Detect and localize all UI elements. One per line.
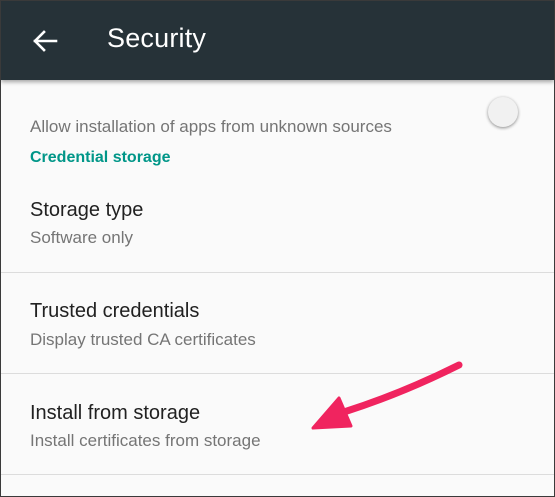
trusted-credentials-item[interactable]: Trusted credentials Display trusted CA c… [1,273,554,373]
unknown-sources-subtitle: Allow installation of apps from unknown … [30,117,392,136]
back-button[interactable] [25,21,65,61]
unknown-sources-toggle[interactable] [488,97,518,127]
arrow-left-icon [33,30,58,52]
storage-type-title: Storage type [30,199,144,221]
install-from-storage-item[interactable]: Install from storage Install certificate… [1,374,554,474]
trusted-credentials-subtitle: Display trusted CA certificates [30,330,256,349]
install-from-storage-title: Install from storage [30,402,201,424]
section-header-credential-storage: Credential storage [30,149,171,166]
storage-type-item[interactable]: Storage type Software only [1,173,554,273]
page-title: Security [107,23,207,53]
screenshot-frame: Allow installation of apps from unknown … [0,0,555,497]
trusted-credentials-title: Trusted credentials [30,300,200,322]
install-from-storage-subtitle: Install certificates from storage [30,431,261,450]
divider [1,474,554,475]
app-bar: Security [1,1,554,80]
storage-type-subtitle: Software only [30,228,133,247]
